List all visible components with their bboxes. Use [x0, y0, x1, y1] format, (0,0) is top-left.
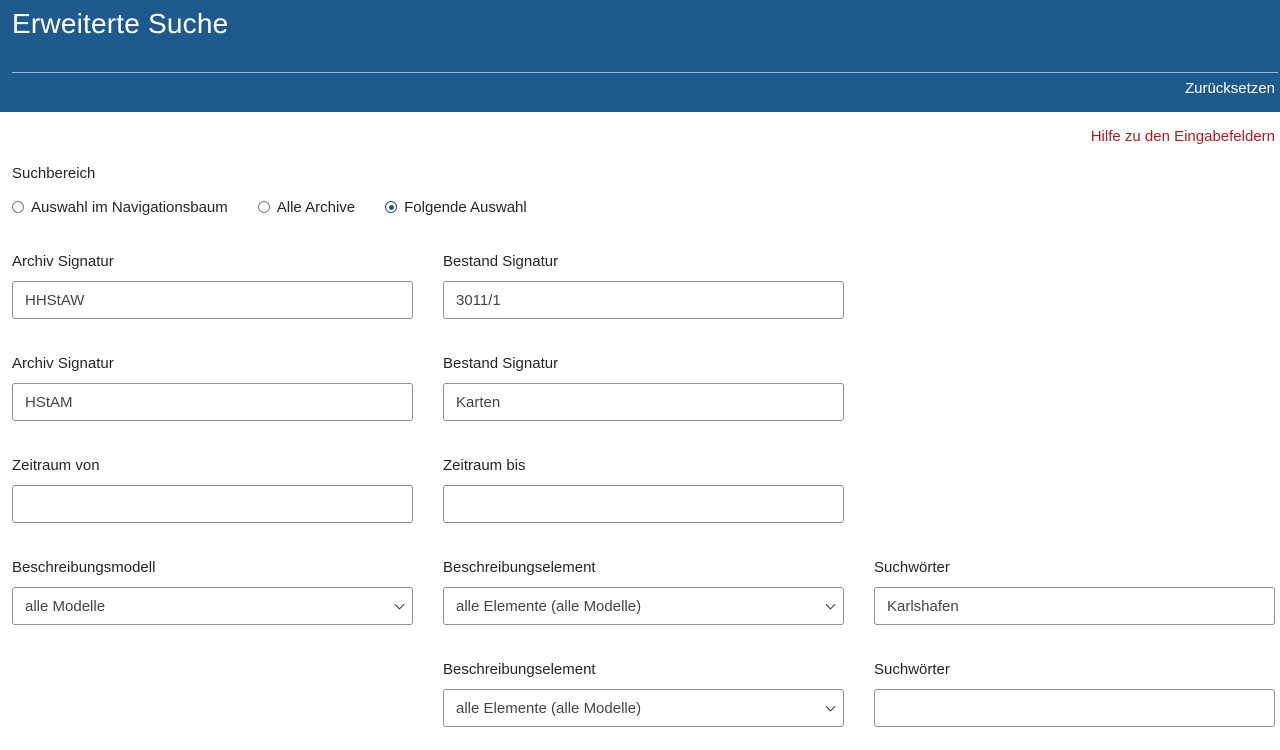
reset-link[interactable]: Zurücksetzen	[1185, 80, 1275, 97]
description-element-select[interactable]: alle Elemente (alle Modelle)	[443, 587, 844, 625]
archive-signature-input[interactable]: HHStAW	[12, 281, 413, 319]
page-title: Erweiterte Suche	[12, 8, 229, 39]
keywords-input[interactable]	[874, 689, 1275, 727]
archive-signature-input[interactable]: HStAM	[12, 383, 413, 421]
radio-navigation-tree[interactable]: Auswahl im Navigationsbaum	[12, 199, 228, 216]
radio-unchecked-icon[interactable]	[12, 201, 24, 213]
search-area-label: Suchbereich	[12, 165, 96, 182]
keywords-label: Suchwörter	[874, 559, 950, 576]
period-from-input[interactable]	[12, 485, 413, 523]
radio-label: Folgende Auswahl	[404, 198, 527, 216]
radio-unchecked-icon[interactable]	[257, 201, 270, 213]
description-model-select[interactable]: alle Modelle	[12, 587, 413, 625]
holding-signature-input[interactable]: 3011/1	[443, 281, 844, 319]
period-from-label: Zeitraum von	[12, 457, 100, 474]
chevron-down-icon	[394, 599, 405, 610]
help-link[interactable]: Hilfe zu den Eingabefeldern	[1091, 128, 1275, 145]
input-value: HStAM	[25, 393, 73, 411]
period-to-input[interactable]	[443, 485, 844, 523]
header-divider	[12, 72, 1278, 73]
description-element-select[interactable]: alle Elemente (alle Modelle)	[443, 689, 844, 727]
holding-signature-label: Bestand Signatur	[443, 355, 559, 372]
chevron-down-icon	[825, 599, 836, 610]
select-value: alle Elemente (alle Modelle)	[456, 699, 642, 717]
period-to-label: Zeitraum bis	[443, 457, 526, 474]
holding-signature-label: Bestand Signatur	[443, 253, 559, 270]
archive-signature-label: Archiv Signatur	[12, 253, 114, 270]
archive-signature-label: Archiv Signatur	[12, 355, 114, 372]
radio-following-selection[interactable]: Folgende Auswahl	[385, 199, 527, 216]
input-value: Karten	[456, 393, 501, 411]
page-header: Erweiterte Suche Zurücksetzen	[0, 0, 1280, 112]
search-area-radio-group: Auswahl im Navigationsbaum Alle Archive …	[12, 196, 557, 218]
select-value: alle Elemente (alle Modelle)	[456, 597, 642, 615]
input-value: Karlshafen	[887, 597, 959, 615]
radio-all-archives[interactable]: Alle Archive	[257, 198, 356, 216]
radio-checked-icon[interactable]	[385, 201, 398, 213]
radio-label: Auswahl im Navigationsbaum	[31, 198, 228, 216]
description-model-label: Beschreibungsmodell	[12, 559, 156, 576]
input-value: 3011/1	[456, 291, 501, 309]
radio-label: Alle Archive	[276, 198, 356, 216]
description-element-label: Beschreibungselement	[443, 661, 596, 678]
keywords-label: Suchwörter	[874, 661, 950, 678]
chevron-down-icon	[825, 701, 836, 712]
input-value: HHStAW	[25, 291, 85, 309]
select-value: alle Modelle	[25, 597, 106, 615]
description-element-label: Beschreibungselement	[443, 559, 596, 576]
holding-signature-input[interactable]: Karten	[443, 383, 844, 421]
keywords-input[interactable]: Karlshafen	[874, 587, 1275, 625]
